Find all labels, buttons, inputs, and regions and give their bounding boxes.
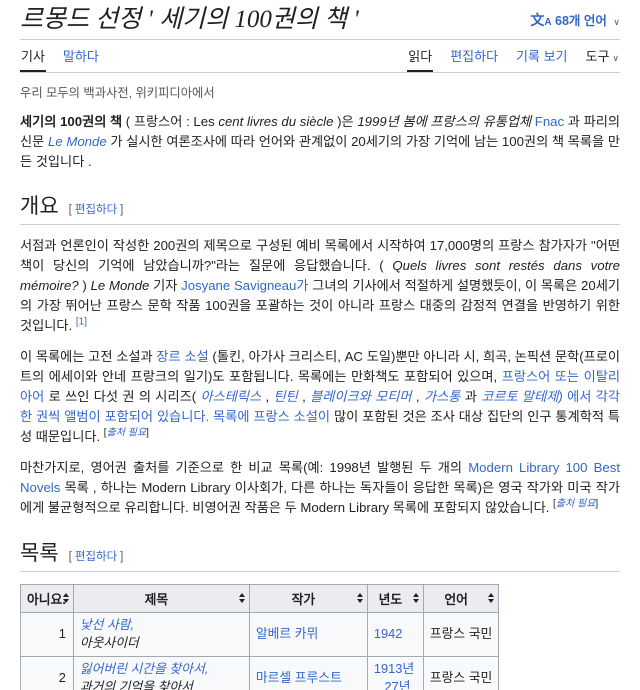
language-count-label: 68개 언어: [555, 14, 607, 28]
text-run: 가 실시한 여론조사에 따라 언어와 관계없이 20세기의 가장 기억에 남는 …: [20, 133, 621, 169]
author-link[interactable]: 마르셀 프루스트: [256, 670, 342, 685]
tab-talk[interactable]: 말하다: [62, 40, 100, 72]
title-bar: 르몽드 선정 ' 세기의 100권의 책 ' 文A 68개 언어 ∨: [20, 6, 620, 40]
author-link[interactable]: 알베르 카뮈: [256, 626, 318, 641]
table-header-row: 아니요. 제목 작가 년도 언어: [20, 583, 500, 613]
text-run: ): [78, 277, 91, 293]
column-header-0[interactable]: 아니요.: [20, 583, 74, 613]
books-table: 아니요. 제목 작가 년도 언어 1 낯선 사람, 아웃사이더 알베르 카뮈 1942 프랑스 국…: [20, 583, 500, 690]
table-row: 2 잃어버린 시간을 찾아서, 과거의 기억을 찾아서 마르셀 프루스트 1913년 _…: [20, 655, 500, 690]
cell-language: 프랑스 국민: [422, 655, 500, 690]
cell-number: 1: [20, 611, 74, 657]
cell-number: 2: [20, 655, 74, 690]
reference-mark: ]: [595, 499, 599, 511]
cell-year: 1913년 _ 27년: [366, 655, 424, 690]
column-header-label: 작가: [291, 591, 316, 607]
chevron-down-icon: ∨: [612, 52, 619, 63]
text-link[interactable]: Josyane Savigneau가: [181, 278, 308, 293]
column-header-1[interactable]: 제목: [72, 583, 250, 613]
column-header-label: 년도: [378, 591, 403, 607]
year-link[interactable]: 1942: [374, 626, 402, 641]
text-run: )은: [333, 113, 358, 129]
text-link[interactable]: 블레이크와 모티머: [310, 389, 411, 404]
language-selector-button[interactable]: 文A 68개 언어 ∨: [530, 10, 620, 30]
text-link[interactable]: Fnac: [535, 114, 564, 129]
overview-paragraph-2: 이 목록에는 고전 소설과 장르 소설 (톨킨, 아가사 크리스티, AC 도일…: [20, 347, 620, 447]
text-link[interactable]: 아스테릭스: [200, 389, 261, 404]
book-subtitle: 아웃사이더: [79, 635, 139, 651]
table-row: 1 낯선 사람, 아웃사이더 알베르 카뮈 1942 프랑스 국민: [20, 611, 500, 657]
namespace-tabs: 기사 말하다: [20, 40, 100, 72]
text-run: cent livres du siècle: [218, 113, 334, 129]
edit-link[interactable]: 편집하다: [75, 551, 117, 563]
sort-icon[interactable]: [356, 593, 363, 603]
text-link[interactable]: 가스통: [424, 389, 460, 404]
column-header-2[interactable]: 작가: [248, 583, 368, 613]
column-header-label: 아니요.: [27, 591, 66, 607]
text-link[interactable]: 코르토 말테제): [481, 389, 563, 404]
sort-icon[interactable]: [488, 593, 495, 603]
column-header-4[interactable]: 언어: [422, 583, 500, 613]
reference-mark: ]: [146, 427, 149, 439]
table-body: 1 낯선 사람, 아웃사이더 알베르 카뮈 1942 프랑스 국민 2 잃어버린 시간을 찾아…: [20, 611, 500, 690]
cell-title: 잃어버린 시간을 찾아서, 과거의 기억을 찾아서: [72, 655, 250, 690]
text-run: 목록 , 하나는 Modern Library 이사회가, 다른 하나는 독자들…: [20, 480, 620, 516]
sort-icon[interactable]: [238, 593, 245, 603]
article-tab-bar: 기사 말하다 읽다 편집하다 기록 보기 도구 ∨: [20, 40, 620, 73]
cell-year: 1942: [366, 611, 424, 657]
year-link[interactable]: 1913년 _ 27년: [374, 661, 414, 690]
text-run: ,: [297, 389, 311, 405]
cell-title: 낯선 사람, 아웃사이더: [72, 611, 250, 657]
text-run: 과: [460, 389, 482, 405]
intro-paragraph: 세기의 100권의 책 ( 프랑스어 : Les cent livres du …: [20, 112, 620, 172]
book-subtitle: 과거의 기억을 찾아서: [79, 679, 193, 690]
text-run: ,: [411, 389, 424, 405]
text-run: 이 목록에는 고전 소설과: [20, 349, 157, 364]
translate-icon: 文A: [530, 12, 552, 28]
chevron-down-icon: ∨: [613, 17, 620, 27]
overview-paragraph-1: 서점과 언론인이 작성한 200권의 제목으로 구성된 예비 목록에서 시작하여…: [20, 236, 620, 336]
text-run: ( 프랑스어 : Les: [122, 113, 219, 129]
tab-history[interactable]: 기록 보기: [515, 40, 568, 72]
text-link[interactable]: 장르 소설: [156, 349, 208, 364]
article-page: 르몽드 선정 ' 세기의 100권의 책 ' 文A 68개 언어 ∨ 기사 말하…: [0, 0, 640, 690]
text-run: Le Monde: [90, 277, 150, 293]
text-run: ,: [261, 389, 274, 405]
sort-icon[interactable]: [62, 593, 69, 603]
text-run: 로 쓰인 다섯 권 의 시리즈(: [44, 389, 201, 405]
book-title-link[interactable]: 잃어버린 시간을 찾아서,: [80, 661, 208, 676]
sort-icon[interactable]: [412, 593, 419, 603]
column-header-label: 언어: [444, 591, 468, 607]
cell-language: 프랑스 국민: [422, 611, 500, 657]
text-run: 기자: [149, 277, 182, 293]
cell-author: 알베르 카뮈: [248, 611, 368, 657]
section-heading-list: 목록[편집하다]: [20, 537, 620, 572]
edit-link[interactable]: 편집하다: [75, 204, 117, 216]
tab-edit[interactable]: 편집하다: [449, 40, 499, 72]
text-link[interactable]: [1]: [76, 317, 87, 328]
text-run: 마찬가지로, 영어권 출처를 기준으로 한 비교 목록(예: 1998년 발행된…: [20, 460, 469, 476]
text-run: 1999년 봄에 프랑스의 유통업체: [357, 113, 532, 129]
site-tagline: 우리 모두의 백과사전, 위키피디아에서: [20, 85, 215, 100]
tab-read[interactable]: 읽다: [407, 40, 433, 72]
text-link[interactable]: 출처 필요: [107, 428, 147, 439]
column-header-label: 제목: [144, 591, 169, 607]
view-tabs: 읽다 편집하다 기록 보기 도구 ∨: [407, 40, 620, 72]
edit-section-link[interactable]: [편집하다]: [69, 204, 124, 216]
book-title-link[interactable]: 낯선 사람,: [80, 617, 134, 632]
tab-article[interactable]: 기사: [20, 40, 46, 72]
text-run: 세기의 100권의 책: [20, 113, 123, 129]
edit-section-link[interactable]: [편집하다]: [69, 551, 124, 563]
text-link[interactable]: Le Monde: [48, 134, 107, 149]
text-link[interactable]: 틴틴: [274, 389, 298, 404]
text-link[interactable]: 출처 필요: [556, 499, 596, 510]
overview-paragraph-3: 마찬가지로, 영어권 출처를 기준으로 한 비교 목록(예: 1998년 발행된…: [20, 458, 620, 518]
column-header-3[interactable]: 년도: [366, 583, 424, 613]
tab-tools[interactable]: 도구 ∨: [584, 40, 620, 72]
cell-author: 마르셀 프루스트: [248, 655, 368, 690]
section-heading-overview: 개요[편집하다]: [20, 190, 620, 225]
page-title: 르몽드 선정 ' 세기의 100권의 책 ': [20, 6, 359, 33]
